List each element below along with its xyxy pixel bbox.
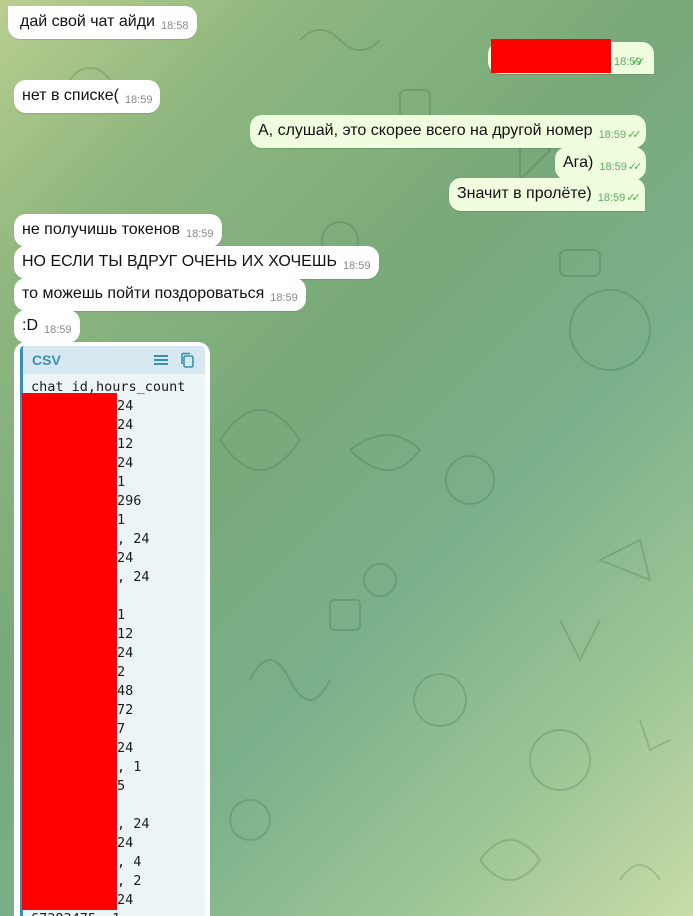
message-time: 18:59 bbox=[599, 161, 627, 173]
outgoing-message[interactable]: 18:59 ✓✓ bbox=[488, 39, 654, 74]
message-text: нет в списке( bbox=[22, 87, 119, 104]
code-line: 24 bbox=[117, 740, 134, 756]
code-line: , 4 bbox=[117, 854, 142, 870]
incoming-message[interactable]: нет в списке( 18:59 bbox=[14, 80, 161, 113]
code-line: 24 bbox=[117, 417, 134, 433]
code-line: 24 bbox=[117, 892, 134, 908]
incoming-message[interactable]: не получишь токенов 18:59 bbox=[14, 214, 222, 247]
message-text: то можешь пойти поздороваться bbox=[22, 285, 265, 302]
code-line: , 24 bbox=[117, 531, 150, 547]
incoming-message[interactable]: НО ЕСЛИ ТЫ ВДРУГ ОЧЕНЬ ИХ ХОЧЕШЬ 18:59 bbox=[14, 246, 379, 279]
message-text: А, слушай, это скорее всего на другой но… bbox=[258, 122, 593, 139]
code-line: , 1 bbox=[117, 759, 142, 775]
incoming-message[interactable]: то можешь пойти поздороваться 18:59 bbox=[14, 278, 306, 311]
message-time: 18:59 bbox=[343, 260, 371, 272]
code-line: 5 bbox=[117, 778, 126, 794]
code-line: 7 bbox=[117, 721, 126, 737]
code-line: 12 bbox=[117, 626, 134, 642]
message-text: не получишь токенов bbox=[22, 221, 180, 238]
double-check-icon: ✓✓ bbox=[627, 129, 642, 141]
incoming-message[interactable]: дай свой чат айди 18:58 bbox=[8, 6, 197, 39]
code-line: 1 bbox=[117, 607, 126, 623]
redaction-box bbox=[491, 39, 611, 73]
message-text: дай свой чат айди bbox=[20, 13, 155, 30]
message-time: 18:59 bbox=[185, 228, 214, 240]
message-time: 18:59 bbox=[124, 94, 153, 106]
lines-icon[interactable] bbox=[153, 352, 169, 368]
code-header: CSV bbox=[23, 346, 205, 374]
code-language-label: CSV bbox=[32, 352, 61, 368]
code-line: , 24 bbox=[117, 569, 150, 585]
code-line: 24 bbox=[117, 645, 134, 661]
code-line: 24 bbox=[117, 398, 134, 414]
double-check-icon: ✓✓ bbox=[626, 192, 641, 204]
code-line: , 2 bbox=[117, 873, 142, 889]
code-line: 1 bbox=[117, 474, 126, 490]
redaction-box bbox=[22, 393, 117, 910]
outgoing-message[interactable]: Ага) 18:59✓✓ bbox=[555, 147, 647, 180]
message-text: :D bbox=[22, 317, 38, 334]
code-line: 12 bbox=[117, 436, 134, 452]
copy-icon[interactable] bbox=[179, 352, 195, 368]
incoming-message[interactable]: :D 18:59 bbox=[14, 310, 80, 343]
message-text: Ага) bbox=[563, 154, 594, 171]
outgoing-message[interactable]: А, слушай, это скорее всего на другой но… bbox=[250, 115, 646, 148]
message-time: 18:59 bbox=[598, 129, 627, 141]
code-line: 48 bbox=[117, 683, 134, 699]
code-line: 2 bbox=[117, 664, 126, 680]
code-line: 296 bbox=[117, 493, 142, 509]
message-time: 18:59 bbox=[270, 292, 298, 304]
code-line: 24 bbox=[117, 835, 134, 851]
message-time: 18:59 bbox=[597, 192, 626, 204]
code-line: , 24 bbox=[117, 816, 150, 832]
message-text: НО ЕСЛИ ТЫ ВДРУГ ОЧЕНЬ ИХ ХОЧЕШЬ bbox=[22, 253, 337, 270]
outgoing-message[interactable]: Значит в пролёте) 18:59✓✓ bbox=[449, 178, 645, 211]
code-line: 24 bbox=[117, 455, 134, 471]
message-text: Значит в пролёте) bbox=[457, 185, 592, 202]
code-line: 67383475 1 bbox=[31, 910, 120, 916]
code-line: 1 bbox=[117, 512, 126, 528]
code-line: 72 bbox=[117, 702, 134, 718]
double-check-icon: ✓✓ bbox=[627, 161, 643, 173]
message-time: 18:58 bbox=[160, 20, 189, 32]
double-check-icon: ✓✓ bbox=[631, 56, 646, 68]
code-line: 24 bbox=[117, 550, 134, 566]
message-time: 18:59 bbox=[44, 324, 72, 336]
